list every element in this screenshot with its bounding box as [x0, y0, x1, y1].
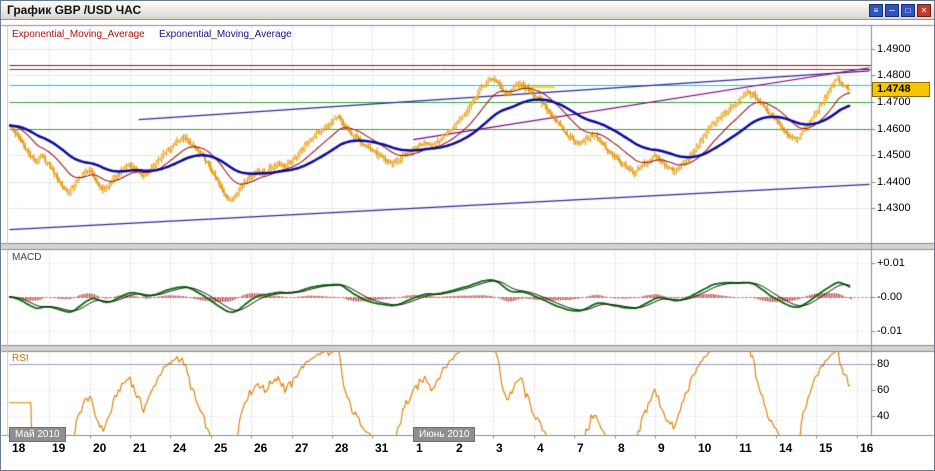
chart-shift-button[interactable]: ≡	[869, 4, 883, 17]
window-title: График GBP /USD ЧАС	[1, 3, 141, 17]
chart-area: Exponential_Moving_AverageExponential_Mo…	[1, 20, 935, 471]
maximize-button[interactable]: □	[901, 4, 915, 17]
chart-window: График GBP /USD ЧАС ≡─□✕ Exponential_Mov…	[0, 0, 935, 471]
window-controls: ≡─□✕	[869, 4, 934, 17]
minimize-button[interactable]: ─	[885, 4, 899, 17]
price-chart-canvas[interactable]	[1, 20, 935, 471]
close-button[interactable]: ✕	[917, 4, 931, 17]
window-titlebar[interactable]: График GBP /USD ЧАС ≡─□✕	[1, 1, 934, 20]
